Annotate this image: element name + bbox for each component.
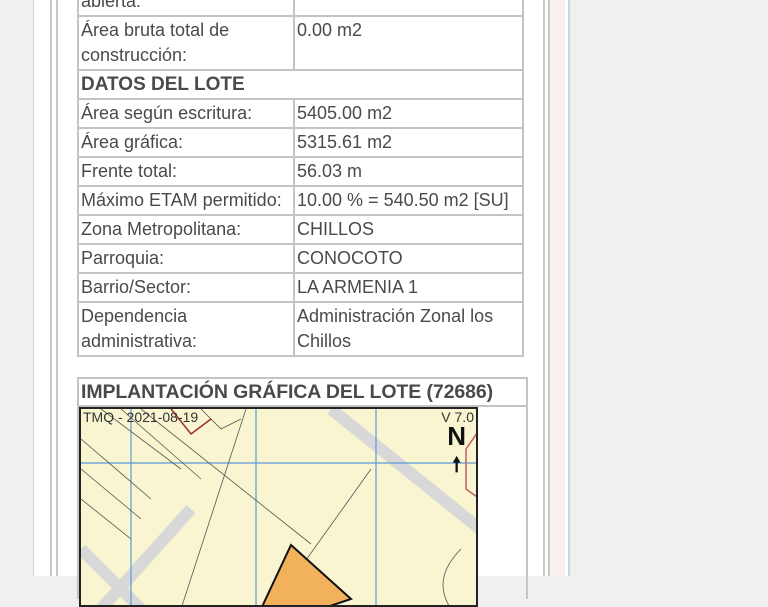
section-title: DATOS DEL LOTE: [77, 69, 524, 100]
lot-polygon: [261, 543, 353, 605]
row-label: Área bruta total de construcción:: [77, 15, 295, 71]
property-info-table: abierta: Área bruta total de construcció…: [77, 0, 524, 357]
row-label: Barrio/Sector:: [77, 272, 295, 303]
table-row: Frente total: 56.03 m: [77, 156, 524, 187]
map-title: IMPLANTACIÓN GRÁFICA DEL LOTE (72686): [79, 379, 526, 407]
row-value: 0.00 m2: [293, 15, 524, 71]
table-row: Área bruta total de construcción: 0.00 m2: [77, 15, 524, 71]
lot-map-section: IMPLANTACIÓN GRÁFICA DEL LOTE (72686) TM…: [77, 377, 528, 607]
north-arrow-icon: N 🠕: [447, 421, 466, 476]
table-row: Barrio/Sector: LA ARMENIA 1: [77, 272, 524, 303]
row-label: abierta:: [77, 0, 295, 17]
north-label: N: [447, 421, 466, 451]
row-label: Zona Metropolitana:: [77, 214, 295, 245]
row-value: Administración Zonal los Chillos: [293, 301, 524, 357]
row-label: Dependencia administrativa:: [77, 301, 295, 357]
row-label: Máximo ETAM permitido:: [77, 185, 295, 216]
table-row: Dependencia administrativa: Administració…: [77, 301, 524, 357]
map-drawing: [81, 409, 476, 605]
row-value: CONOCOTO: [293, 243, 524, 274]
row-value: CHILLOS: [293, 214, 524, 245]
row-label: Área según escritura:: [77, 98, 295, 129]
table-row: Área gráfica: 5315.61 m2: [77, 127, 524, 158]
divider: [56, 0, 58, 576]
row-value: 10.00 % = 540.50 m2 [SU]: [293, 185, 524, 216]
divider: [543, 0, 545, 576]
lot-map[interactable]: TMQ - 2021-08-19 V 7.0 N 🠕: [79, 407, 478, 607]
scroll-gutter: [550, 0, 565, 576]
table-row: Zona Metropolitana: CHILLOS: [77, 214, 524, 245]
row-label: Parroquia:: [77, 243, 295, 274]
table-row: Parroquia: CONOCOTO: [77, 243, 524, 274]
map-date-stamp: TMQ - 2021-08-19: [83, 409, 199, 425]
row-value: 5315.61 m2: [293, 127, 524, 158]
row-label: Frente total:: [77, 156, 295, 187]
divider: [50, 0, 52, 576]
row-value: LA ARMENIA 1: [293, 272, 524, 303]
row-value: 5405.00 m2: [293, 98, 524, 129]
table-row: Máximo ETAM permitido: 10.00 % = 540.50 m…: [77, 185, 524, 216]
table-row: Área según escritura: 5405.00 m2: [77, 98, 524, 129]
row-value: 56.03 m: [293, 156, 524, 187]
row-label: Área gráfica:: [77, 127, 295, 158]
section-header-row: DATOS DEL LOTE: [77, 69, 524, 100]
table-row: abierta:: [77, 0, 524, 17]
row-value: [293, 0, 524, 17]
